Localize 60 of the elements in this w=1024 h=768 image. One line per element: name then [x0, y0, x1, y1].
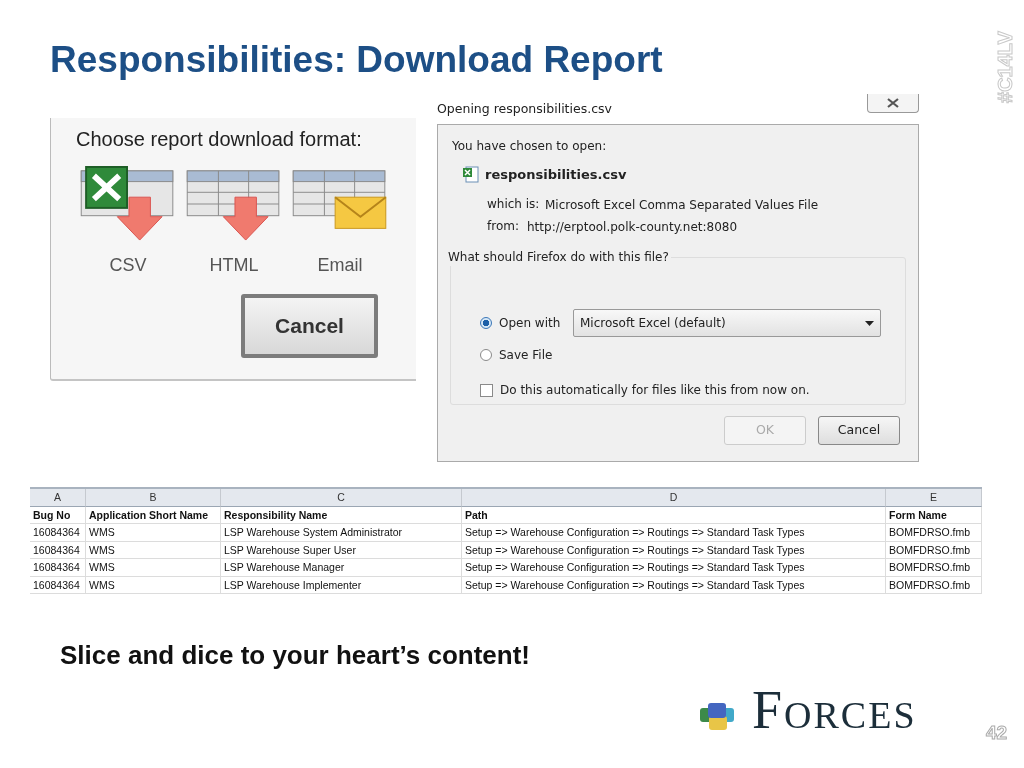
logo-text: Forces: [752, 683, 917, 737]
column-letter[interactable]: C: [221, 489, 462, 507]
dropdown-icon[interactable]: [865, 320, 874, 326]
table-cell: 16084364: [30, 524, 86, 542]
table-cell: Setup => Warehouse Configuration => Routings => Standard Task Types: [462, 559, 886, 577]
format-label[interactable]: CSV: [109, 252, 147, 279]
table-cell: LSP Warehouse System Administrator: [221, 524, 462, 542]
spreadsheet-file-icon: [462, 166, 479, 184]
column-letter[interactable]: D: [462, 489, 886, 507]
column-header: Bug No: [30, 506, 86, 524]
detail-label: which is:: [487, 196, 540, 213]
table-cell: Setup => Warehouse Configuration => Routings => Standard Task Types: [462, 524, 886, 542]
dialog-button[interactable]: Cancel: [818, 416, 900, 445]
table-cell: BOMFDRSO.fmb: [886, 559, 982, 577]
page-number: 42: [986, 723, 1008, 742]
format-label[interactable]: Email: [317, 252, 363, 279]
radio-button[interactable]: [480, 317, 492, 329]
table-cell: Setup => Warehouse Configuration => Routings => Standard Task Types: [462, 576, 886, 594]
table-cell: 16084364: [30, 576, 86, 594]
dialog-title: Opening responsibilities.csv: [437, 100, 612, 118]
group-label: What should Firefox do with this file?: [446, 248, 671, 266]
close-icon[interactable]: [887, 98, 899, 108]
cancel-button[interactable]: Cancel: [241, 294, 378, 358]
table-cell: WMS: [86, 541, 221, 559]
close-button[interactable]: [867, 94, 919, 113]
format-label[interactable]: HTML: [209, 252, 259, 279]
column-letter[interactable]: A: [30, 489, 86, 507]
table-cell: BOMFDRSO.fmb: [886, 524, 982, 542]
file-name: responsibilities.csv: [485, 166, 627, 184]
table-cell: BOMFDRSO.fmb: [886, 541, 982, 559]
column-header: Application Short Name: [86, 506, 221, 524]
checkbox[interactable]: [480, 383, 493, 397]
table-cell: LSP Warehouse Manager: [221, 559, 462, 577]
column-header: Responsibility Name: [221, 506, 462, 524]
caption: Slice and dice to your heart’s content!: [60, 639, 531, 672]
table-cell: WMS: [86, 524, 221, 542]
table-cell: Setup => Warehouse Configuration => Routings => Standard Task Types: [462, 541, 886, 559]
column-letter[interactable]: B: [86, 489, 221, 507]
table-cell: 16084364: [30, 559, 86, 577]
table-cell: LSP Warehouse Implementer: [221, 576, 462, 594]
radio-label[interactable]: Save File: [499, 346, 553, 364]
table-cell: BOMFDRSO.fmb: [886, 576, 982, 594]
checkbox-label[interactable]: Do this automatically for files like this from now on.: [500, 381, 810, 399]
dialog-intro: You have chosen to open:: [452, 138, 607, 155]
table-cell: WMS: [86, 576, 221, 594]
slide-title: Responsibilities: Download Report: [50, 38, 663, 82]
table-cell: WMS: [86, 559, 221, 577]
radio-label[interactable]: Open with: [499, 314, 561, 332]
logo-icon: [700, 702, 736, 732]
detail-label: from:: [487, 218, 519, 235]
radio-button[interactable]: [480, 349, 492, 361]
app-select[interactable]: Microsoft Excel (default): [573, 309, 881, 337]
detail-value: http://erptool.polk-county.net:8080: [527, 219, 738, 236]
column-header: Path: [462, 506, 886, 524]
column-header: Form Name: [886, 506, 982, 524]
table-cell: LSP Warehouse Super User: [221, 541, 462, 559]
format-prompt: Choose report download format:: [76, 127, 362, 152]
column-letter[interactable]: E: [886, 489, 982, 507]
table-cell: 16084364: [30, 541, 86, 559]
detail-value: Microsoft Excel Comma Separated Values File: [545, 197, 819, 214]
